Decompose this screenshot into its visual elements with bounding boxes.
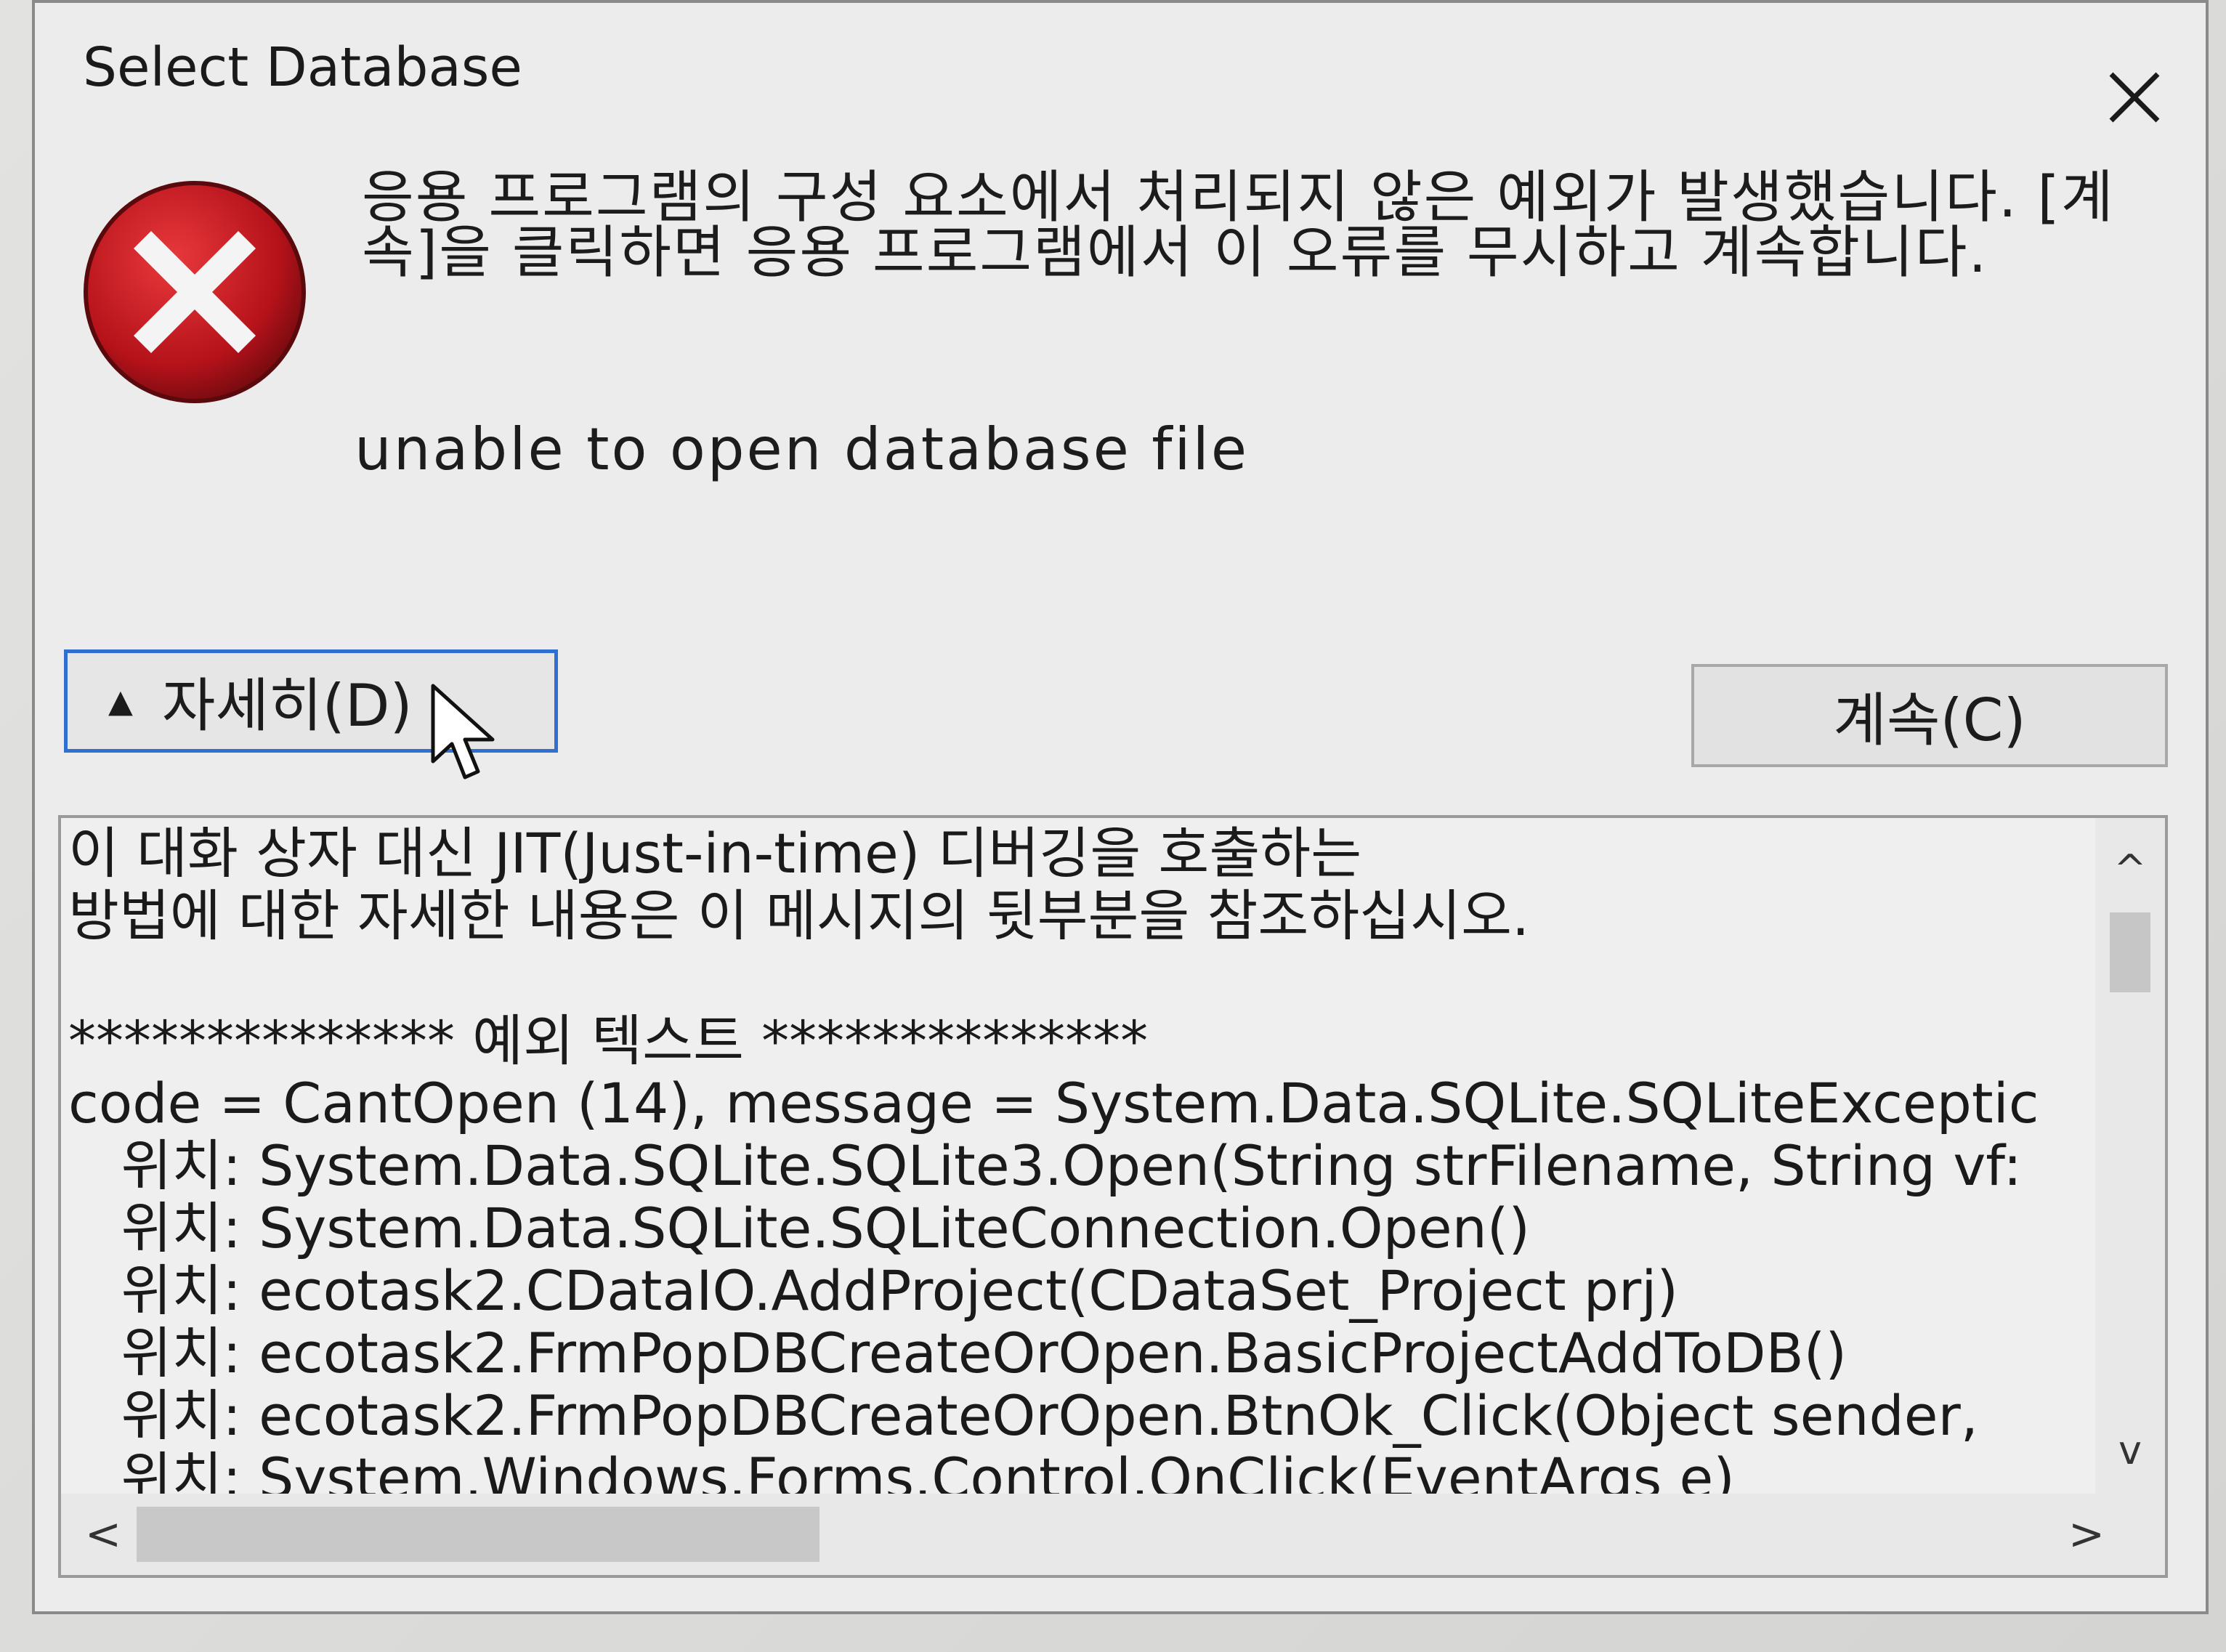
close-icon[interactable]	[2091, 54, 2178, 141]
vertical-scroll-thumb[interactable]	[2110, 912, 2150, 992]
details-button-label: 자세히(D)	[161, 672, 413, 740]
horizontal-scrollbar[interactable]: < >	[61, 1494, 2165, 1575]
horizontal-scroll-thumb[interactable]	[137, 1507, 819, 1562]
scroll-left-icon[interactable]: <	[68, 1494, 138, 1575]
scroll-up-icon[interactable]: ^	[2095, 840, 2165, 898]
details-textbox[interactable]: 이 대화 상자 대신 JIT(Just-in-time) 디버깅을 호출하는 방…	[58, 815, 2168, 1578]
error-message: 응용 프로그램의 구성 요소에서 처리되지 않은 예외가 발생했습니다. [계속…	[362, 165, 2115, 286]
continue-button-label: 계속(C)	[1833, 687, 2026, 754]
details-text[interactable]: 이 대화 상자 대신 JIT(Just-in-time) 디버깅을 호출하는 방…	[68, 822, 2081, 1505]
exception-message: unable to open database file	[355, 416, 1250, 483]
continue-button[interactable]: 계속(C)	[1691, 664, 2168, 767]
dialog-title: Select Database	[83, 36, 522, 99]
error-icon	[84, 181, 306, 403]
mouse-cursor-icon	[431, 684, 495, 780]
error-dialog: Select Database 응용 프로그램의 구성 요소에서 처리되지 않은…	[32, 0, 2209, 1614]
scroll-down-icon[interactable]: v	[2095, 1421, 2165, 1479]
scroll-right-icon[interactable]: >	[2052, 1494, 2121, 1575]
vertical-scrollbar[interactable]: ^ v	[2095, 818, 2165, 1494]
triangle-up-icon: ▲	[108, 682, 133, 720]
